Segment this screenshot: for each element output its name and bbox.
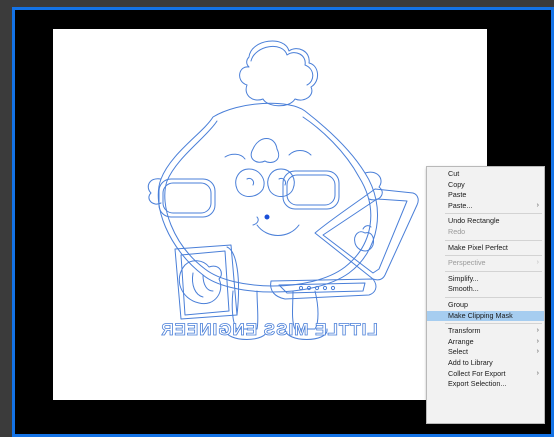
menu-item-simplify[interactable]: Simplify... [427, 274, 544, 285]
menu-item-label: Make Pixel Perfect [448, 242, 508, 252]
menu-item-label: Cut [448, 169, 460, 178]
menu-item-make-pixel-perfect[interactable]: Make Pixel Perfect [427, 243, 544, 254]
menu-item-undo-rectangle[interactable]: Undo Rectangle [427, 216, 544, 227]
menu-item-label: Redo [448, 226, 466, 236]
chevron-right-icon: › [536, 201, 539, 209]
menu-item-group[interactable]: Group [427, 300, 544, 311]
menu-separator [445, 296, 542, 298]
chevron-right-icon: › [536, 337, 539, 345]
menu-item-label: Arrange [448, 336, 474, 346]
menu-item-label: Copy [448, 179, 465, 189]
menu-item-paste[interactable]: Paste [427, 190, 544, 201]
menu-item-cut[interactable]: Cut [427, 169, 544, 180]
menu-item-perspective: Perspective › [427, 258, 544, 269]
menu-item-label: Simplify... [448, 273, 479, 283]
menu-item-label: Collect For Export [448, 368, 506, 378]
menu-item-label: Undo Rectangle [448, 216, 500, 226]
chevron-right-icon: › [536, 348, 539, 356]
chevron-right-icon: › [536, 259, 539, 267]
artwork-text: LITTLE MISS ENGINEER [160, 320, 377, 339]
chevron-right-icon: › [536, 327, 539, 335]
menu-item-label: Smooth... [448, 284, 479, 294]
menu-item-transform[interactable]: Transform › [427, 326, 544, 337]
menu-item-label: Perspective [448, 258, 486, 268]
menu-separator [445, 270, 542, 272]
menu-item-label: Group [448, 299, 468, 309]
menu-item-add-to-library[interactable]: Add to Library [427, 358, 544, 369]
menu-item-label: Make Clipping Mask [448, 310, 513, 320]
menu-separator [445, 239, 542, 241]
menu-item-label: Select [448, 347, 468, 357]
menu-item-collect-for-export[interactable]: Collect For Export › [427, 369, 544, 380]
menu-item-label: Paste [448, 190, 467, 200]
menu-item-select[interactable]: Select › [427, 347, 544, 358]
menu-item-label: Transform [448, 326, 481, 336]
menu-separator [445, 255, 542, 257]
menu-item-smooth[interactable]: Smooth... [427, 284, 544, 295]
context-menu: Cut Copy Paste Paste... › Undo Rectangle Redo M… [426, 166, 545, 424]
menu-item-label: Add to Library [448, 357, 493, 367]
menu-item-paste[interactable]: Paste... › [427, 201, 544, 212]
menu-item-make-clipping-mask[interactable]: Make Clipping Mask [427, 310, 544, 322]
artboard[interactable]: LITTLE MISS ENGINEER [53, 29, 487, 400]
menu-item-redo: Redo [427, 227, 544, 238]
menu-item-export-selection[interactable]: Export Selection... [427, 379, 544, 390]
menu-item-label: Export Selection... [448, 379, 507, 389]
menu-item-label: Paste... [448, 200, 473, 210]
menu-separator [445, 323, 542, 325]
menu-item-copy[interactable]: Copy [427, 180, 544, 191]
menu-separator [445, 213, 542, 215]
chevron-right-icon: › [536, 369, 539, 377]
little-miss-engineer-artwork[interactable]: LITTLE MISS ENGINEER [53, 29, 487, 400]
menu-item-arrange[interactable]: Arrange › [427, 337, 544, 348]
